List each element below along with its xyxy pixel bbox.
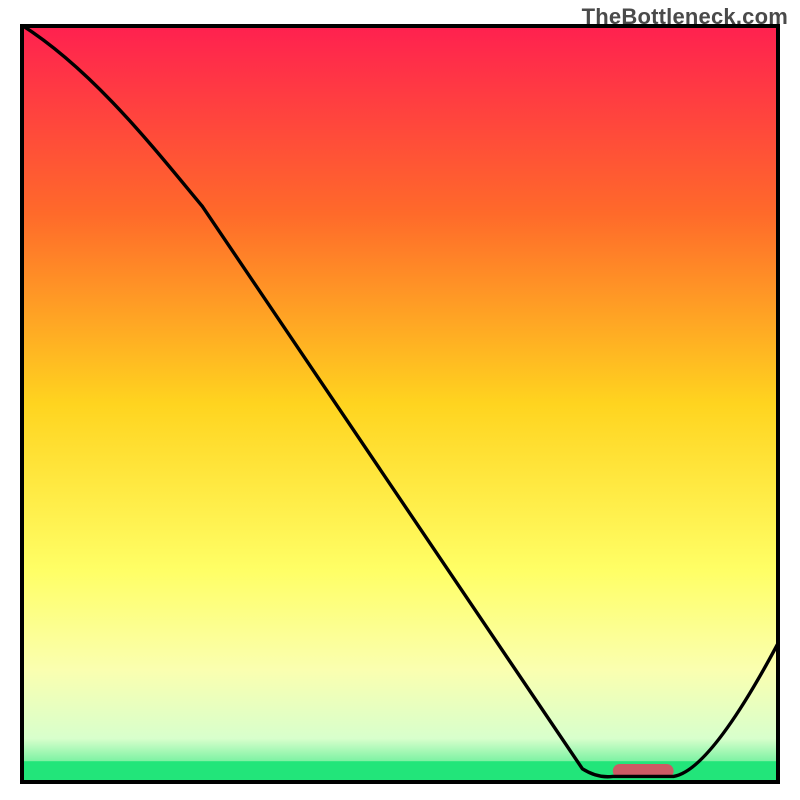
chart-svg bbox=[20, 24, 780, 784]
plot-area bbox=[20, 24, 780, 784]
gradient-fill bbox=[20, 24, 780, 784]
chart-wrapper: TheBottleneck.com bbox=[0, 0, 800, 800]
watermark-text: TheBottleneck.com bbox=[582, 4, 788, 30]
